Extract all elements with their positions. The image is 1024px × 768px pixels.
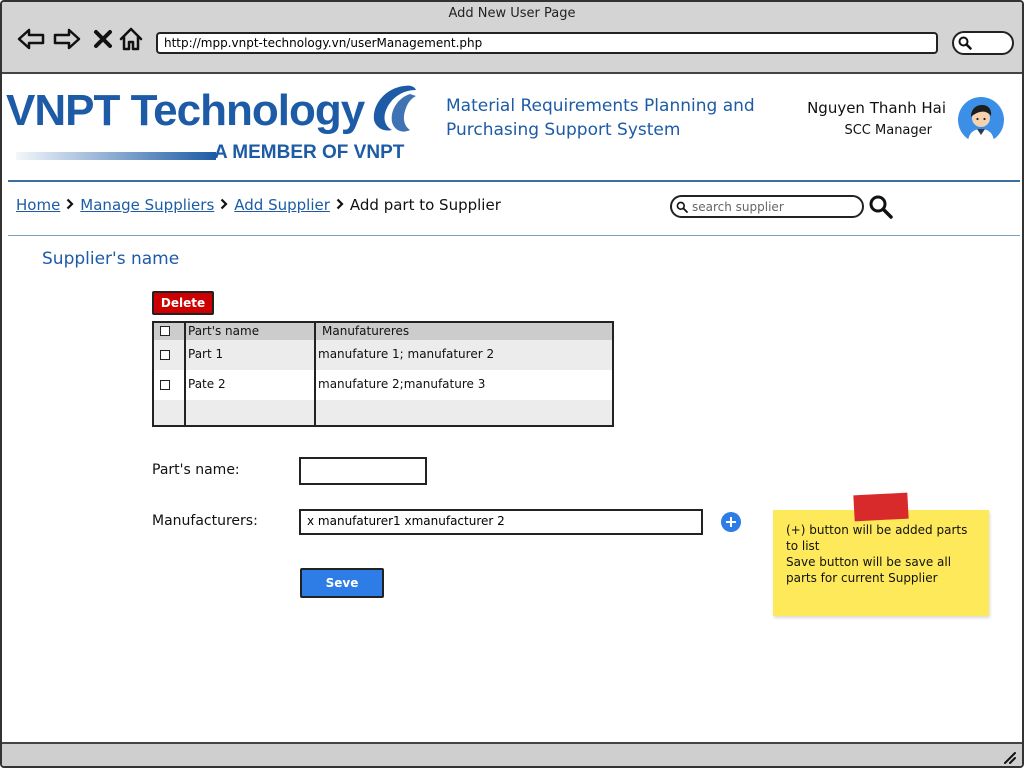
- breadcrumb-divider: [8, 235, 1020, 236]
- table-row[interactable]: Pate 2 manufature 2;manufature 3: [154, 370, 612, 400]
- breadcrumb-manage-suppliers[interactable]: Manage Suppliers: [80, 196, 214, 214]
- status-bar: [2, 742, 1022, 766]
- table-row-empty: [154, 400, 612, 425]
- browser-window: Add New User Page http://mpp.vnpt-techno…: [0, 0, 1024, 768]
- column-header-part-name: Part's name: [188, 324, 260, 338]
- vnpt-logo-icon: [373, 85, 416, 132]
- manufacturers-input[interactable]: x manufaturer1 xmanufacturer 2: [299, 509, 703, 535]
- add-part-button[interactable]: [721, 512, 741, 532]
- company-logo-subtext: A MEMBER OF VNPT: [214, 142, 405, 163]
- header-divider: [8, 180, 1020, 182]
- save-button[interactable]: Seve: [300, 568, 384, 598]
- supplier-search-field[interactable]: [670, 195, 864, 218]
- supplier-search-input[interactable]: [692, 199, 856, 215]
- part-name-label: Part's name:: [152, 462, 240, 478]
- select-all-checkbox[interactable]: [160, 326, 170, 336]
- browser-toolbar: Add New User Page http://mpp.vnpt-techno…: [2, 2, 1022, 74]
- parts-table: Part's name Manufatureres Part 1 manufat…: [152, 321, 614, 427]
- column-divider: [184, 323, 186, 425]
- delete-button[interactable]: Delete: [152, 291, 214, 315]
- close-icon[interactable]: [88, 24, 118, 54]
- forward-icon[interactable]: [52, 24, 82, 54]
- window-title: Add New User Page: [448, 6, 576, 21]
- search-icon: [958, 36, 972, 50]
- browser-search-field[interactable]: [952, 31, 1014, 55]
- supplier-name-heading: Supplier's name: [42, 249, 180, 269]
- part-name-cell: Pate 2: [188, 377, 226, 391]
- app-title: Material Requirements Planning and Purch…: [446, 96, 755, 140]
- manufacturers-cell: manufature 1; manufaturer 2: [318, 347, 495, 361]
- company-logo-text: VNPT Technology: [6, 86, 365, 135]
- manufacturers-cell: manufature 2;manufature 3: [318, 377, 486, 391]
- breadcrumb-add-supplier[interactable]: Add Supplier: [234, 196, 330, 214]
- logo-underline: [16, 152, 216, 160]
- breadcrumb-current: Add part to Supplier: [349, 196, 501, 214]
- sticky-note-text: (+) button will be added parts to list S…: [786, 523, 968, 585]
- column-divider: [314, 323, 316, 425]
- chevron-right-icon: [220, 196, 228, 214]
- sticky-note-tape: [853, 492, 909, 522]
- part-name-input[interactable]: [299, 457, 427, 485]
- user-role: SCC Manager: [844, 123, 932, 138]
- row-checkbox[interactable]: [160, 350, 170, 360]
- chevron-right-icon: [66, 196, 74, 214]
- url-bar[interactable]: http://mpp.vnpt-technology.vn/userManage…: [156, 32, 938, 54]
- user-name: Nguyen Thanh Hai: [807, 99, 946, 117]
- back-icon[interactable]: [16, 24, 46, 54]
- chevron-right-icon: [336, 196, 344, 214]
- home-icon[interactable]: [116, 24, 146, 54]
- manufacturers-label: Manufacturers:: [152, 513, 258, 529]
- column-header-manufacturers: Manufatureres: [322, 324, 410, 338]
- table-row[interactable]: Part 1 manufature 1; manufaturer 2: [154, 340, 612, 370]
- search-icon: [676, 201, 688, 213]
- part-name-cell: Part 1: [188, 347, 224, 361]
- table-header-row: Part's name Manufatureres: [154, 323, 612, 340]
- breadcrumb: Home Manage Suppliers Add Supplier Add p…: [16, 196, 501, 214]
- resize-grip-icon[interactable]: [1002, 750, 1016, 764]
- search-button-icon[interactable]: [868, 194, 894, 220]
- row-checkbox[interactable]: [160, 380, 170, 390]
- avatar[interactable]: [958, 97, 1004, 143]
- breadcrumb-home[interactable]: Home: [16, 196, 60, 214]
